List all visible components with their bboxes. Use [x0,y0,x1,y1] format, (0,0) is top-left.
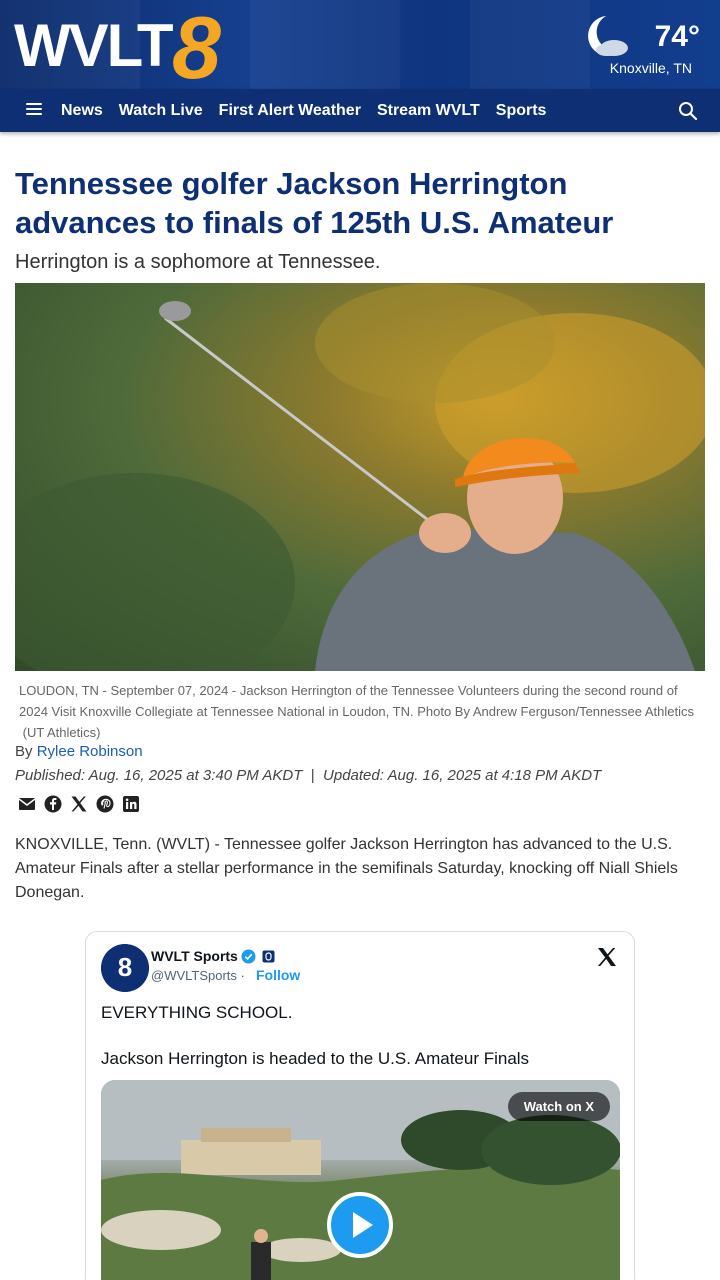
weather-location: Knoxville, TN [609,60,692,76]
article-body: KNOXVILLE, Tenn. (WVLT) - Tennessee golf… [15,836,678,901]
x-icon[interactable] [70,795,88,813]
caption-text: LOUDON, TN - September 07, 2024 - Jackso… [19,683,694,719]
byline: By Rylee Robinson [15,743,143,760]
handle-text: @WVLTSports [151,968,237,983]
embedded-video[interactable]: Watch on X [101,1080,620,1280]
svg-text:8: 8 [118,952,132,982]
facebook-icon[interactable] [44,795,62,813]
header-bg-tile [470,0,590,89]
linkedin-icon[interactable] [122,795,140,813]
play-button[interactable] [327,1192,393,1258]
svg-text:WVLT: WVLT [14,12,173,79]
play-icon [353,1212,373,1238]
hamburger-menu-icon[interactable] [26,103,42,117]
site-header: WVLT 8 74° Knoxville, TN [0,0,720,89]
golfer-photo [15,283,705,671]
pinterest-icon[interactable] [96,795,114,813]
search-icon[interactable] [678,101,698,121]
main-nav: News Watch Live First Alert Weather Stre… [0,89,720,132]
nav-item-watch-live[interactable]: Watch Live [119,102,203,120]
date-separator: | [310,767,315,784]
nav-item-stream-wvlt[interactable]: Stream WVLT [377,102,480,120]
image-caption: LOUDON, TN - September 07, 2024 - Jackso… [19,680,699,743]
author-link[interactable]: Rylee Robinson [37,743,143,760]
affiliate-badge-icon [262,950,275,963]
follow-button[interactable]: Follow [256,967,300,983]
temperature: 74° [654,20,700,53]
handle-dot: · [240,968,245,983]
verified-badge-icon [241,949,256,964]
published-date: Aug. 16, 2025 at 3:40 PM AKDT [88,767,303,784]
header-bg-tile [250,0,400,89]
nav-item-first-alert-weather[interactable]: First Alert Weather [219,102,361,120]
updated-date: Aug. 16, 2025 at 4:18 PM AKDT [387,767,602,784]
svg-text:8: 8 [172,8,221,82]
caption-credit: (UT Athletics) [22,725,101,740]
article-headline: Tennessee golfer Jackson Herrington adva… [15,166,614,240]
nav-item-news[interactable]: News [61,102,103,120]
partly-cloudy-icon [588,16,628,56]
share-bar [18,795,148,815]
x-logo-icon[interactable] [596,946,618,968]
nav-items: News Watch Live First Alert Weather Stre… [61,89,562,132]
byline-prefix: By [15,743,33,760]
watch-on-x-button[interactable]: Watch on X [507,1092,610,1121]
updated-label: Updated [323,767,380,784]
article-subhead: Herrington is a sophomore at Tennessee. [15,251,381,273]
account-name[interactable]: WVLT Sports [151,948,238,964]
post-text-line-1: EVERYTHING SCHOOL. [101,1003,293,1022]
published-label: Published [15,767,81,784]
avatar[interactable]: 8 [101,944,149,992]
nav-item-sports[interactable]: Sports [496,102,547,120]
hero-image[interactable] [15,283,705,671]
weather-widget[interactable]: 74° Knoxville, TN [588,10,702,80]
article-dates: Published: Aug. 16, 2025 at 3:40 PM AKDT… [15,767,602,784]
wvlt8-logo[interactable]: WVLT 8 [14,8,252,82]
account-handle: @WVLTSports · [151,968,245,983]
embedded-x-post[interactable]: 8 WVLT Sports @WVLTSports · Follow EVERY… [85,931,635,1280]
email-icon[interactable] [18,795,36,813]
post-text-line-2: Jackson Herrington is headed to the U.S.… [101,1049,530,1068]
